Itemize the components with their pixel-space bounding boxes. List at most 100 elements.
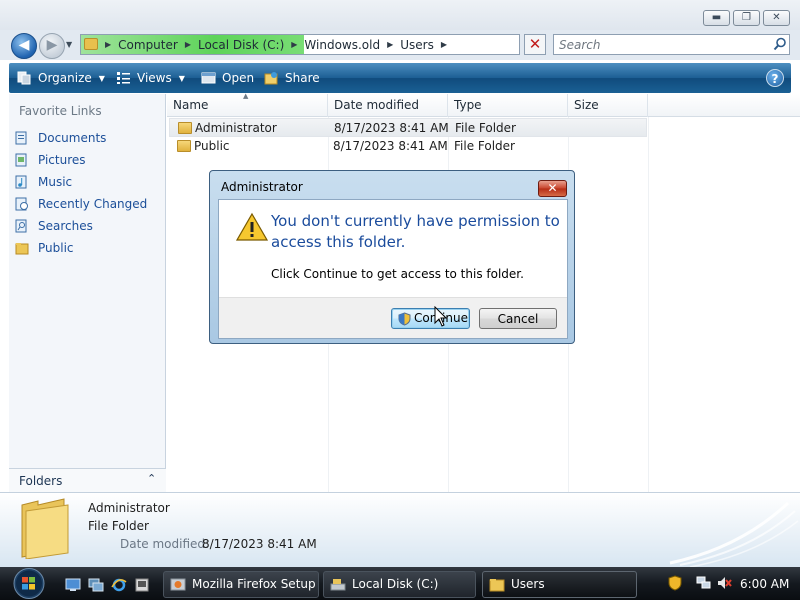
pictures-icon: [15, 153, 27, 167]
nav-item-pictures[interactable]: Pictures: [15, 149, 147, 171]
recent-pages-dropdown[interactable]: ▼: [66, 40, 76, 50]
column-header-name[interactable]: Name: [167, 94, 328, 117]
taskbar-item-label: Users: [511, 577, 545, 591]
maximize-button[interactable]: ❐: [733, 10, 760, 26]
search-icon[interactable]: [773, 37, 787, 51]
dialog-footer: Continue Cancel: [219, 297, 567, 338]
searches-icon: [15, 219, 27, 233]
file-date-modified: 8/17/2023 8:41 AM: [333, 139, 448, 153]
continue-button[interactable]: Continue: [391, 308, 470, 329]
nav-item-documents[interactable]: Documents: [15, 127, 147, 149]
dialog-heading: You don't currently have permission to a…: [271, 212, 560, 251]
dialog-message: Click Continue to get access to this fol…: [271, 267, 524, 281]
breadcrumb-windows-old[interactable]: Windows.old: [301, 38, 383, 52]
chevron-down-icon: ▼: [98, 73, 105, 83]
breadcrumb-separator-icon[interactable]: ▶: [437, 40, 451, 49]
share-label: Share: [285, 71, 320, 85]
dialog-body: You don't currently have permission to a…: [218, 199, 568, 339]
column-header-size[interactable]: Size: [568, 94, 648, 117]
address-bar[interactable]: ▶ Computer ▶ Local Disk (C:) ▶ Windows.o…: [80, 34, 592, 55]
folder-icon: [178, 122, 192, 134]
close-window-button[interactable]: ✕: [763, 10, 790, 26]
details-date-value: 8/17/2023 8:41 AM: [202, 537, 317, 551]
clock[interactable]: 6:00 AM: [740, 577, 789, 591]
folder-icon: [84, 38, 98, 50]
uac-shield-icon: [398, 312, 411, 326]
file-type: File Folder: [454, 139, 515, 153]
back-button[interactable]: ◀: [11, 33, 37, 59]
large-folder-icon: [21, 498, 69, 559]
breadcrumb-separator-icon[interactable]: ▶: [181, 40, 195, 49]
breadcrumb-users[interactable]: Users: [397, 38, 437, 52]
recently-changed-icon: [15, 197, 28, 211]
nav-item-public[interactable]: Public: [15, 237, 147, 259]
chevron-down-icon: ▼: [178, 73, 185, 83]
share-button[interactable]: Share: [264, 63, 320, 93]
taskbar-item-local-disk[interactable]: Local Disk (C:): [323, 571, 476, 598]
open-button[interactable]: Open: [201, 63, 254, 93]
organize-icon: [17, 71, 31, 85]
nav-item-music[interactable]: Music: [15, 171, 147, 193]
file-row-public[interactable]: Public 8/17/2023 8:41 AM File Folder: [169, 137, 647, 156]
organize-button[interactable]: Organize ▼: [17, 63, 105, 93]
documents-icon: [15, 131, 27, 145]
folders-toggle[interactable]: Folders ⌃: [9, 468, 166, 492]
breadcrumb-computer[interactable]: Computer: [115, 38, 181, 52]
switch-windows-icon[interactable]: [88, 578, 104, 592]
file-row-administrator[interactable]: Administrator 8/17/2023 8:41 AM File Fol…: [169, 118, 647, 137]
forward-button[interactable]: ▶: [39, 33, 65, 59]
column-header-type[interactable]: Type: [448, 94, 568, 117]
favorite-links-title: Favorite Links: [19, 104, 102, 118]
cancel-button[interactable]: Cancel: [479, 308, 557, 329]
minimize-button[interactable]: ▬: [703, 10, 730, 26]
breadcrumb-local-disk[interactable]: Local Disk (C:): [195, 38, 287, 52]
window-title-bar: [0, 0, 800, 30]
breadcrumb-separator-icon[interactable]: ▶: [383, 40, 397, 49]
search-input[interactable]: [554, 35, 764, 54]
nav-item-searches[interactable]: Searches: [15, 215, 147, 237]
installer-icon: [170, 578, 186, 591]
breadcrumb-separator-icon[interactable]: ▶: [287, 40, 301, 49]
taskbar-item-label: Local Disk (C:): [352, 577, 439, 591]
views-button[interactable]: Views ▼: [116, 63, 185, 93]
file-date-modified: 8/17/2023 8:41 AM: [334, 121, 449, 135]
breadcrumb-separator-icon[interactable]: ▶: [101, 40, 115, 49]
nav-item-label: Pictures: [38, 153, 86, 167]
internet-explorer-icon[interactable]: [111, 578, 127, 592]
nav-item-recently-changed[interactable]: Recently Changed: [15, 193, 147, 215]
help-icon[interactable]: ?: [766, 69, 784, 87]
details-pane: Administrator File Folder Date modified:…: [0, 492, 800, 568]
folder-icon: [177, 140, 191, 152]
breadcrumb: ▶ Computer ▶ Local Disk (C:) ▶ Windows.o…: [101, 35, 451, 54]
start-button[interactable]: [8, 567, 50, 600]
network-icon[interactable]: [696, 575, 712, 591]
stop-button[interactable]: ✕: [524, 34, 546, 55]
share-icon: [264, 72, 278, 85]
open-label: Open: [222, 71, 255, 85]
taskbar-item-firefox-setup[interactable]: Mozilla Firefox Setup: [163, 571, 319, 598]
search-box: [553, 34, 790, 55]
details-type: File Folder: [88, 519, 149, 533]
permission-dialog: Administrator ✕ You don't currently have…: [209, 170, 575, 344]
music-icon: [15, 175, 27, 189]
dialog-close-button[interactable]: ✕: [538, 180, 567, 197]
security-shield-icon[interactable]: [668, 575, 682, 591]
media-icon[interactable]: [134, 578, 150, 592]
nav-item-label: Public: [38, 241, 74, 255]
file-name: Public: [194, 139, 230, 153]
views-icon: [117, 72, 130, 84]
taskbar-item-label: Mozilla Firefox Setup: [192, 577, 316, 591]
drive-icon: [330, 579, 346, 591]
file-name: Administrator: [195, 121, 277, 135]
favorite-links-list: Documents Pictures Music Recently Change…: [15, 127, 147, 259]
command-bar: Organize ▼ Views ▼ Open Share ?: [9, 63, 791, 93]
show-desktop-icon[interactable]: [65, 578, 81, 592]
details-name: Administrator: [88, 501, 170, 515]
volume-muted-icon[interactable]: [716, 575, 732, 591]
file-type: File Folder: [455, 121, 516, 135]
organize-label: Organize: [38, 71, 92, 85]
nav-item-label: Documents: [38, 131, 107, 145]
taskbar-item-users[interactable]: Users: [482, 571, 637, 598]
nav-item-label: Recently Changed: [38, 197, 148, 211]
column-header-date-modified[interactable]: Date modified: [328, 94, 448, 117]
